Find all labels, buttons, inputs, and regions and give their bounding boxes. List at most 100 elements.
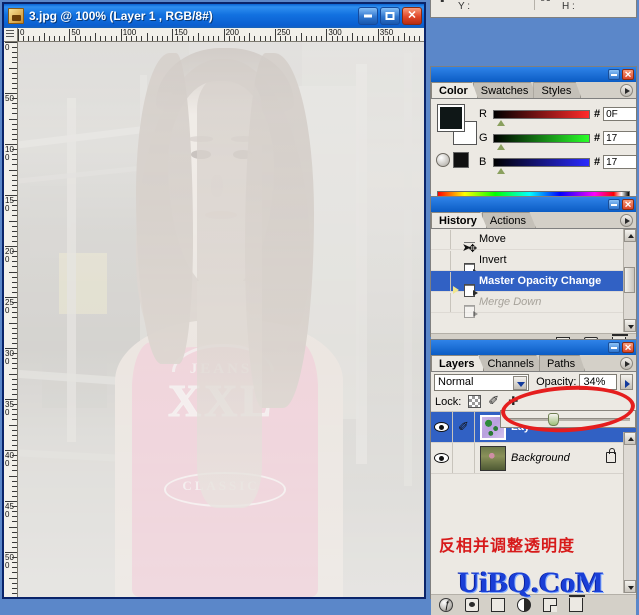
- history-snapshot-checkbox[interactable]: [431, 229, 451, 249]
- opacity-slider-track[interactable]: [506, 412, 630, 426]
- history-item-move[interactable]: Move: [431, 229, 636, 255]
- color-picker-sphere-icon[interactable]: [436, 153, 450, 167]
- history-palette-menu-icon[interactable]: [620, 214, 633, 227]
- opacity-slider-arrow-icon[interactable]: [620, 374, 633, 390]
- layers-palette-minimize-button[interactable]: [608, 342, 620, 353]
- channel-label-g: G: [479, 132, 488, 144]
- document-window[interactable]: 3.jpg @ 100% (Layer 1 , RGB/8#) ✕ 0 50 100…: [2, 2, 426, 599]
- maximize-button[interactable]: [380, 7, 400, 25]
- channel-value-g[interactable]: 17: [603, 131, 638, 145]
- scroll-up-arrow-icon[interactable]: [624, 432, 636, 445]
- info-palette[interactable]: ➲ B : ➲ Y : K : ✚ X : Y : ⛶ W : H :: [430, 0, 637, 18]
- history-palette-title-bar[interactable]: ✕: [431, 197, 636, 212]
- half-circle-icon[interactable]: [517, 598, 531, 612]
- ruler-minor-tick: [151, 36, 153, 41]
- minimize-button[interactable]: [358, 7, 378, 25]
- ruler-origin-corner[interactable]: [4, 28, 18, 42]
- history-item-merge-down[interactable]: Merge Down: [431, 292, 636, 318]
- ruler-minor-tick: [9, 577, 17, 579]
- black-swatch[interactable]: [453, 152, 469, 168]
- close-button[interactable]: ✕: [402, 7, 422, 25]
- tab-styles[interactable]: Styles: [533, 82, 582, 98]
- history-item-master-opacity-change[interactable]: Master Opacity Change: [431, 271, 636, 297]
- scroll-up-arrow-icon[interactable]: [624, 229, 636, 242]
- ruler-minor-tick: [290, 36, 292, 41]
- scroll-down-arrow-icon[interactable]: [624, 319, 636, 332]
- history-list[interactable]: Move Invert Master Opacity Change Merge …: [431, 229, 636, 353]
- history-item-invert[interactable]: Invert: [431, 250, 636, 276]
- ruler-minor-tick: [12, 434, 17, 436]
- ruler-minor-tick: [12, 205, 17, 207]
- ruler-minor-tick: [12, 332, 17, 334]
- layers-palette-close-button[interactable]: ✕: [622, 342, 634, 353]
- color-palette-menu-icon[interactable]: [620, 84, 633, 97]
- layers-palette-menu-icon[interactable]: [620, 357, 633, 370]
- color-palette-title-bar[interactable]: ✕: [431, 67, 636, 82]
- channel-value-b[interactable]: 17: [603, 155, 638, 169]
- history-snapshot-checkbox[interactable]: [431, 271, 451, 291]
- scroll-down-arrow-icon[interactable]: [624, 580, 636, 593]
- layers-scrollbar[interactable]: [623, 432, 636, 593]
- layer-row-background[interactable]: Background: [431, 443, 636, 474]
- channel-thumb-b[interactable]: [497, 167, 505, 174]
- folder-icon[interactable]: [491, 598, 505, 612]
- opacity-slider-knob[interactable]: [548, 412, 560, 426]
- layer-thumbnail[interactable]: [480, 445, 506, 471]
- tab-actions[interactable]: Actions: [481, 212, 536, 228]
- image-canvas[interactable]: JEANS XXL CLASSIC: [18, 42, 424, 597]
- tab-swatches[interactable]: Swatches: [472, 82, 539, 98]
- channel-slider-g[interactable]: [493, 133, 590, 150]
- color-palette[interactable]: ✕ Color Swatches Styles R # 0F G # 17 B …: [430, 66, 638, 211]
- blend-mode-select[interactable]: Normal: [434, 373, 530, 391]
- trash-icon[interactable]: [569, 595, 585, 612]
- layer-visibility-toggle[interactable]: [431, 412, 453, 442]
- layers-palette-title-bar[interactable]: ✕: [431, 340, 636, 355]
- new-layer-icon[interactable]: [543, 598, 557, 612]
- history-palette-close-button[interactable]: ✕: [622, 199, 634, 210]
- layer-visibility-toggle[interactable]: [431, 443, 453, 473]
- tab-color[interactable]: Color: [431, 82, 478, 98]
- document-title-bar[interactable]: 3.jpg @ 100% (Layer 1 , RGB/8#) ✕: [4, 4, 424, 28]
- tab-paths[interactable]: Paths: [538, 355, 586, 371]
- history-palette[interactable]: ✕ History Actions Move Invert Master Opa…: [430, 196, 637, 353]
- channel-slider-b[interactable]: [493, 157, 590, 174]
- ruler-minor-tick: [12, 521, 17, 523]
- color-palette-close-button[interactable]: ✕: [622, 69, 634, 80]
- mask-icon[interactable]: [465, 598, 479, 612]
- move-lock-icon[interactable]: [508, 394, 521, 408]
- color-palette-minimize-button[interactable]: [608, 69, 620, 80]
- vertical-ruler[interactable]: 0 50 100 150 200 250 300 350 400 450 500: [4, 42, 18, 597]
- chevron-down-icon[interactable]: [513, 375, 528, 390]
- transparency-lock-icon[interactable]: [468, 395, 482, 408]
- history-snapshot-checkbox[interactable]: [431, 250, 451, 270]
- history-scrollbar[interactable]: [623, 229, 636, 332]
- opacity-input[interactable]: 34%: [579, 374, 618, 390]
- ruler-minor-tick: [9, 322, 17, 324]
- tab-channels[interactable]: Channels: [479, 355, 544, 371]
- color-palette-body: R # 0F G # 17 B # 17: [431, 99, 638, 211]
- brush-lock-icon[interactable]: [488, 393, 501, 409]
- channel-thumb-r[interactable]: [497, 119, 505, 126]
- history-snapshot-checkbox[interactable]: [431, 292, 451, 312]
- ruler-minor-tick: [9, 526, 17, 528]
- layer-link-toggle[interactable]: ✐: [453, 412, 475, 442]
- tab-layers[interactable]: Layers: [431, 355, 485, 371]
- layer-link-toggle[interactable]: [453, 443, 475, 473]
- channel-value-r[interactable]: 0F: [603, 107, 638, 121]
- ruler-minor-tick: [12, 495, 17, 497]
- history-palette-minimize-button[interactable]: [608, 199, 620, 210]
- tab-history[interactable]: History: [431, 212, 487, 228]
- channel-thumb-g[interactable]: [497, 143, 505, 150]
- foreground-color-swatch[interactable]: [437, 104, 465, 132]
- ruler-minor-tick: [249, 33, 251, 41]
- ruler-minor-tick: [12, 164, 17, 166]
- fx-icon[interactable]: [439, 598, 453, 612]
- opacity-slider-popup[interactable]: [500, 410, 636, 428]
- history-scroll-thumb[interactable]: [624, 267, 635, 293]
- ruler-minor-tick: [12, 567, 17, 569]
- channel-slider-r[interactable]: [493, 109, 590, 126]
- ruler-minor-tick: [9, 220, 17, 222]
- layers-palette[interactable]: ✕ Layers Channels Paths Normal Opacity: …: [430, 339, 637, 615]
- ruler-minor-tick: [295, 36, 297, 41]
- horizontal-ruler[interactable]: 0 50 100 150 200 250 300 350: [18, 28, 424, 42]
